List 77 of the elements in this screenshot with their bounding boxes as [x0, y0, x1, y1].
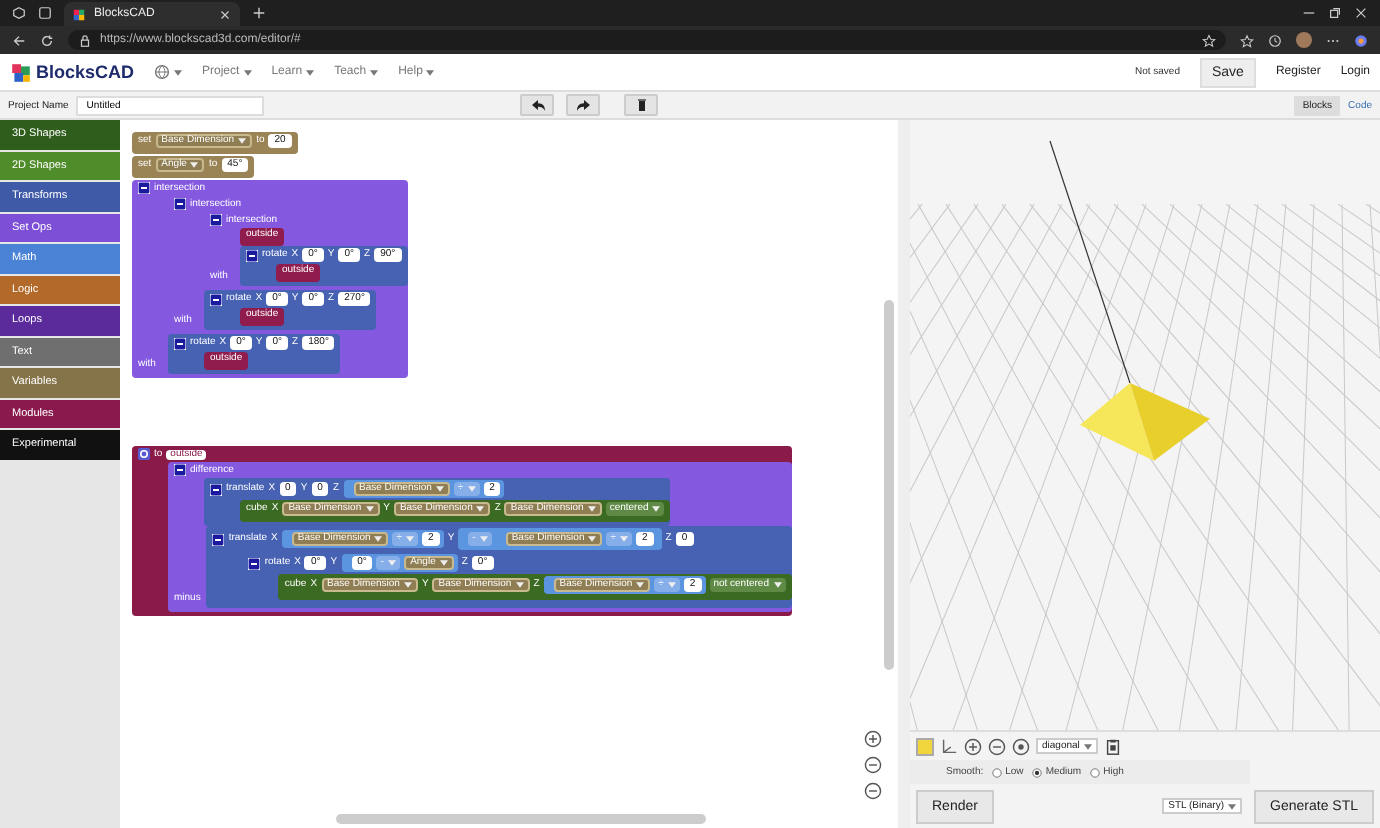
horizontal-scrollbar[interactable]	[336, 814, 706, 824]
profile-avatar[interactable]	[1296, 32, 1312, 48]
caret-icon	[476, 506, 485, 512]
caret-icon	[588, 536, 597, 542]
star-icon[interactable]	[1202, 33, 1216, 47]
collapse-icon[interactable]	[210, 214, 222, 226]
procedure-block[interactable]	[132, 446, 791, 616]
zoom-out-icon[interactable]	[988, 737, 1006, 755]
cube-logo-icon	[72, 7, 86, 21]
caret-icon	[1083, 743, 1092, 749]
collapse-icon[interactable]	[174, 464, 186, 476]
caret-icon	[636, 582, 645, 588]
caret-icon	[374, 536, 383, 542]
restore-icon[interactable]	[1328, 6, 1342, 20]
redo-icon	[575, 98, 592, 112]
redo-button[interactable]	[566, 94, 601, 116]
delete-button[interactable]	[624, 94, 659, 116]
target-icon[interactable]	[1012, 737, 1030, 755]
gear-icon[interactable]	[138, 448, 150, 460]
caret-icon	[406, 536, 415, 542]
caret-icon	[190, 162, 199, 168]
close-icon[interactable]	[1354, 6, 1368, 20]
collapse-icon[interactable]	[210, 483, 222, 495]
caret-icon	[388, 560, 397, 566]
cubes-logo-icon	[10, 61, 32, 83]
lock-icon	[78, 33, 92, 47]
workspaces-icon[interactable]	[12, 6, 26, 20]
zoom-in-icon[interactable]	[864, 730, 882, 748]
caret-icon	[515, 582, 524, 588]
caret-icon	[439, 560, 448, 566]
language-menu[interactable]	[154, 64, 183, 80]
caret-icon	[1228, 803, 1237, 809]
caret-icon	[174, 69, 183, 75]
zoom-out-icon[interactable]	[864, 756, 882, 774]
history-icon[interactable]	[1268, 33, 1282, 47]
clipboard-icon[interactable]	[1103, 737, 1122, 755]
zoom-in-icon[interactable]	[964, 737, 982, 755]
refresh-icon[interactable]	[40, 33, 54, 47]
collapse-icon[interactable]	[174, 198, 186, 210]
caret-icon	[467, 486, 476, 492]
copilot-icon[interactable]	[1354, 33, 1368, 47]
caret-icon	[238, 138, 247, 144]
tab-actions-icon[interactable]	[38, 6, 52, 20]
caret-icon	[587, 506, 596, 512]
set-operation-block[interactable]	[168, 462, 791, 612]
caret-icon	[243, 69, 252, 75]
caret-icon	[370, 69, 379, 75]
collapse-icon[interactable]	[246, 249, 258, 261]
close-icon[interactable]	[218, 7, 232, 21]
undo-icon	[529, 98, 546, 112]
favorites-icon[interactable]	[1240, 33, 1254, 47]
app-logo[interactable]: BlocksCAD	[36, 62, 135, 82]
pyramid-drawing	[1080, 382, 1210, 461]
collapse-icon[interactable]	[174, 337, 186, 349]
axes-icon[interactable]	[940, 737, 958, 755]
caret-icon	[652, 506, 661, 512]
new-tab-icon[interactable]	[252, 6, 266, 20]
caret-icon	[773, 582, 781, 588]
caret-icon	[479, 536, 488, 542]
vertical-scrollbar[interactable]	[884, 300, 894, 670]
collapse-icon[interactable]	[212, 533, 225, 545]
caret-icon	[403, 582, 412, 588]
caret-icon	[619, 536, 628, 542]
trash-icon	[633, 98, 650, 112]
color-swatch[interactable]	[916, 737, 934, 755]
back-icon[interactable]	[12, 33, 26, 47]
undo-button[interactable]	[520, 94, 555, 116]
collapse-icon[interactable]	[248, 557, 261, 569]
globe-icon	[154, 64, 171, 80]
caret-icon	[435, 486, 444, 492]
caret-icon	[667, 582, 676, 588]
collapse-icon[interactable]	[138, 182, 150, 194]
caret-icon	[426, 69, 435, 75]
caret-icon	[365, 506, 374, 512]
collapse-icon[interactable]	[210, 293, 222, 305]
minimize-icon[interactable]	[1302, 6, 1316, 20]
caret-icon	[306, 69, 315, 75]
